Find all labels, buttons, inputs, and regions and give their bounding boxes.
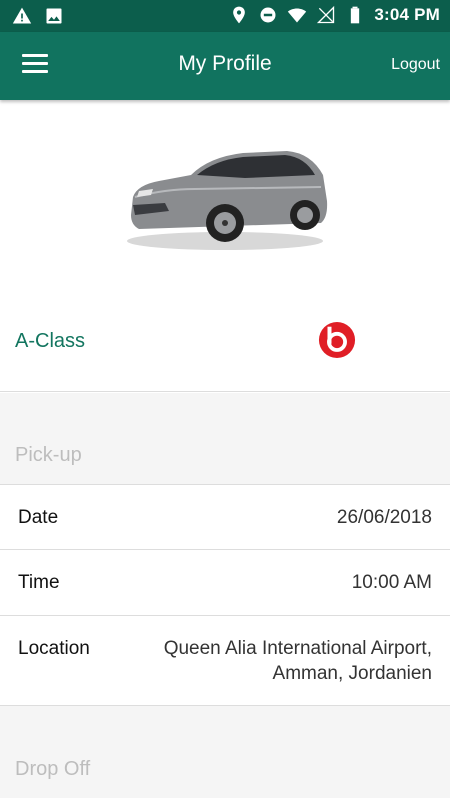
pickup-time-row: Time 10:00 AM [0,550,450,616]
time-value: 10:00 AM [351,572,432,593]
beats-logo-icon [318,321,356,359]
dropoff-header-label: Drop Off [15,758,91,780]
no-signal-icon [317,5,335,24]
pickup-location-row: Location Queen Alia International Airpor… [0,616,450,706]
car-image-section [0,100,450,290]
battery-icon [351,6,360,24]
date-label: Date [18,507,59,528]
pickup-section-header: Pick-up [0,393,450,485]
location-icon [233,6,246,24]
status-bar: 3:04 PM [0,0,450,32]
wifi-icon [288,8,307,23]
pickup-date-row: Date 26/06/2018 [0,485,450,550]
image-icon [46,8,62,24]
location-label: Location [18,638,90,659]
car-model-row: A-Class [0,300,450,392]
app-bar: My Profile Logout [0,32,450,100]
pickup-header-label: Pick-up [15,444,82,466]
dropoff-section-header: Drop Off [0,706,450,798]
warning-icon [12,7,32,24]
do-not-disturb-icon [260,7,276,23]
time-label: Time [18,572,60,593]
car-model-name: A-Class [15,330,86,352]
logout-button[interactable]: Logout [391,56,440,74]
car-image [127,151,328,250]
page-title: My Profile [178,52,272,75]
date-value: 26/06/2018 [336,507,432,528]
status-time: 3:04 PM [374,5,440,24]
location-value: Queen Alia International Airport, Amman,… [163,638,432,684]
